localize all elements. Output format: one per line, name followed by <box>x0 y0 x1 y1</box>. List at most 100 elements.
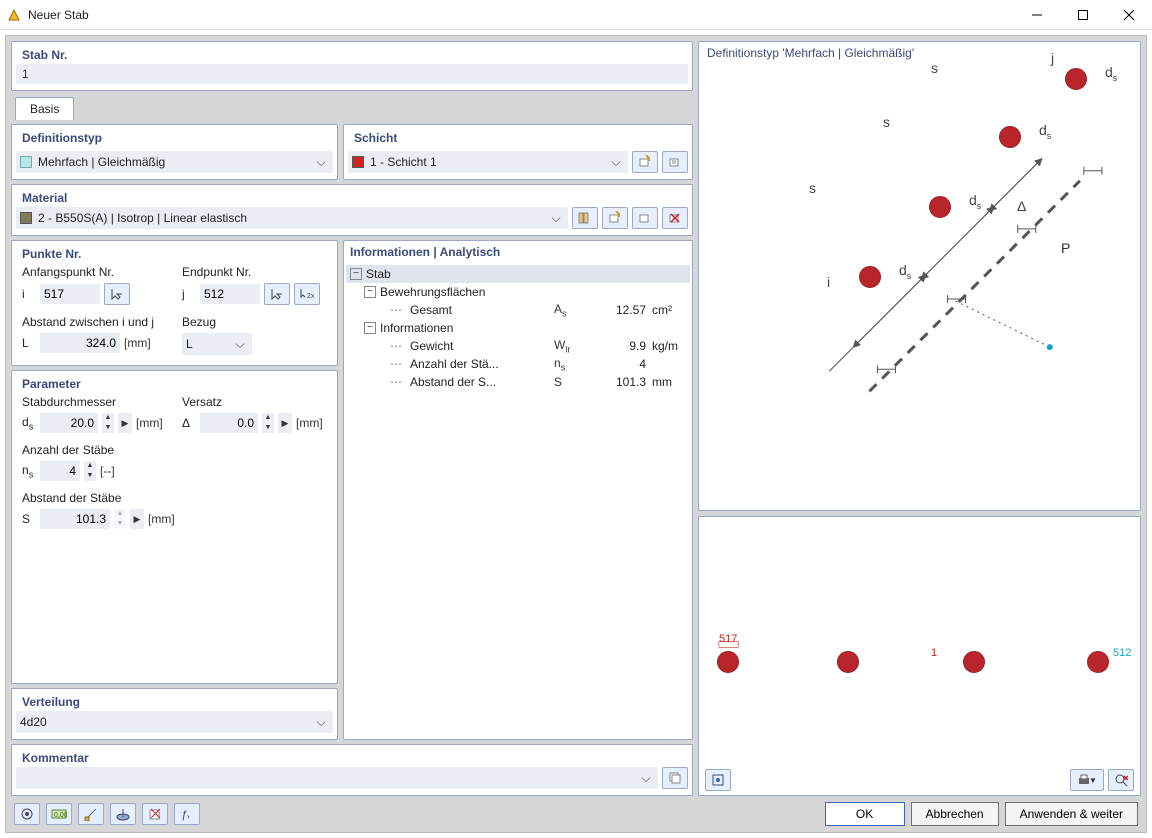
label-point-517: 517 <box>719 633 737 645</box>
apply-continue-button[interactable]: Anwenden & weiter <box>1005 802 1138 826</box>
stabdurchmesser-label: Stabdurchmesser <box>22 395 116 409</box>
tree-line-icon: ⋯ <box>384 357 410 371</box>
chevron-down-icon: ⌵ <box>313 155 329 170</box>
rebar-dot <box>999 126 1021 148</box>
function-button[interactable]: ƒ› <box>174 803 200 825</box>
zoom-reset-button[interactable] <box>1108 769 1134 791</box>
abstand-staebe-input[interactable] <box>40 509 110 529</box>
stabdurchmesser-sym: ds <box>22 415 36 431</box>
pick-point-j-button[interactable] <box>264 283 290 305</box>
tree-group-informationen[interactable]: − Informationen <box>360 319 690 337</box>
bezug-combo[interactable]: L ⌵ <box>182 333 252 355</box>
material-library-button[interactable] <box>572 207 598 229</box>
label-s1: s <box>809 180 816 196</box>
material-combo[interactable]: 2 - B550S(A) | Isotrop | Linear elastisc… <box>16 207 568 229</box>
title-bar: Neuer Stab <box>0 0 1152 30</box>
label-P: P <box>1061 240 1070 256</box>
collapse-icon[interactable]: − <box>364 286 376 298</box>
label-s3: s <box>931 60 938 76</box>
maximize-button[interactable] <box>1060 0 1106 30</box>
tree-item-anzahl: ⋯ Anzahl der Stä... ns 4 <box>380 355 690 373</box>
stabdurchmesser-input[interactable] <box>40 413 98 433</box>
parameter-header: Parameter <box>16 373 333 393</box>
label-s2: s <box>883 114 890 130</box>
kommentar-header: Kommentar <box>16 747 688 767</box>
help-button[interactable] <box>14 803 40 825</box>
close-button[interactable] <box>1106 0 1152 30</box>
ok-button[interactable]: OK <box>825 802 905 826</box>
material-edit-button[interactable] <box>632 207 658 229</box>
abstand-staebe-popup[interactable]: ▶ <box>130 509 144 529</box>
cancel-button[interactable]: Abbrechen <box>911 802 999 826</box>
minimize-button[interactable] <box>1014 0 1060 30</box>
display-button[interactable] <box>110 803 136 825</box>
versatz-popup[interactable]: ▶ <box>278 413 292 433</box>
definitionstyp-header: Definitionstyp <box>16 127 333 147</box>
tree-item-gewicht: ⋯ Gewicht Wlr 9.9 kg/m <box>380 337 690 355</box>
versatz-label: Versatz <box>182 395 222 409</box>
endpunkt-sym: j <box>182 287 196 301</box>
definitionstyp-combo[interactable]: Mehrfach | Gleichmäßig ⌵ <box>16 151 333 173</box>
label-ds3: ds <box>1039 122 1051 141</box>
print-button[interactable]: ▼ <box>1070 769 1104 791</box>
stabdurchmesser-popup[interactable]: ▶ <box>118 413 132 433</box>
tree-line-icon: ⋯ <box>384 375 410 389</box>
collapse-icon[interactable]: − <box>350 268 362 280</box>
chevron-down-icon: ⌵ <box>638 771 654 786</box>
schicht-edit-button[interactable] <box>662 151 688 173</box>
svg-text:›: › <box>187 812 190 821</box>
versatz-spinner[interactable]: ▲▼ <box>262 413 274 433</box>
section-svg <box>707 521 1132 791</box>
pick-2-points-button[interactable]: 2x <box>294 283 320 305</box>
material-new-button[interactable] <box>602 207 628 229</box>
tree-root-stab[interactable]: − Stab <box>346 265 690 283</box>
material-panel: Material 2 - B550S(A) | Isotrop | Linear… <box>11 184 693 236</box>
tree-item-abstand: ⋯ Abstand der S... S 101.3 mm <box>380 373 690 391</box>
rebar-dot <box>859 266 881 288</box>
anzahl-staebe-input[interactable] <box>40 461 80 481</box>
tree-item-gesamt: ⋯ Gesamt As 12.57 cm² <box>380 301 690 319</box>
kommentar-edit-button[interactable] <box>662 767 688 789</box>
anfangspunkt-sym: i <box>22 287 36 301</box>
abstand-staebe-spinner[interactable]: ▲▼ <box>114 509 126 529</box>
label-i: i <box>827 274 830 290</box>
verteilung-combo[interactable]: 4d20 ⌵ <box>16 711 333 733</box>
definitionstyp-panel: Definitionstyp Mehrfach | Gleichmäßig ⌵ <box>11 124 338 180</box>
versatz-input[interactable] <box>200 413 258 433</box>
abstand-staebe-label: Abstand der Stäbe <box>22 491 121 505</box>
reset-button[interactable] <box>142 803 168 825</box>
window-title: Neuer Stab <box>28 8 1014 22</box>
abstand-staebe-sym: S <box>22 512 36 526</box>
label-delta: Δ <box>1017 198 1026 214</box>
preview-options-button[interactable] <box>705 769 731 791</box>
versatz-unit: [mm] <box>296 416 323 430</box>
anzahl-staebe-spinner[interactable]: ▲▼ <box>84 461 96 481</box>
pick-point-i-button[interactable] <box>104 283 130 305</box>
abstand-ij-unit: [mm] <box>124 336 151 350</box>
schicht-header: Schicht <box>348 127 688 147</box>
verteilung-value: 4d20 <box>20 715 307 729</box>
abstand-ij-input[interactable] <box>40 333 120 353</box>
stabdurchmesser-spinner[interactable]: ▲▼ <box>102 413 114 433</box>
collapse-icon[interactable]: − <box>364 322 376 334</box>
rebar-dot <box>929 196 951 218</box>
endpunkt-input[interactable] <box>200 284 260 304</box>
tab-basis[interactable]: Basis <box>15 97 74 120</box>
material-delete-button[interactable] <box>662 207 688 229</box>
schicht-value: 1 - Schicht 1 <box>370 155 602 169</box>
view-mode-button[interactable] <box>78 803 104 825</box>
kommentar-panel: Kommentar ⌵ <box>11 744 693 796</box>
tree-group-bewehrungsflaechen[interactable]: − Bewehrungsflächen <box>360 283 690 301</box>
anfangspunkt-input[interactable] <box>40 284 100 304</box>
stab-nr-field[interactable]: 1 <box>16 64 688 84</box>
schicht-new-button[interactable] <box>632 151 658 173</box>
bezug-label: Bezug <box>182 315 216 329</box>
schicht-combo[interactable]: 1 - Schicht 1 ⌵ <box>348 151 628 173</box>
stabdurchmesser-unit: [mm] <box>136 416 163 430</box>
dialog-footer: 0,00 ƒ› OK Abbrechen Anwenden & weiter <box>6 796 1146 832</box>
kommentar-combo[interactable]: ⌵ <box>16 767 658 789</box>
preview-section-panel: 517 512 1 ▼ <box>698 516 1141 796</box>
label-mid-1: 1 <box>931 647 937 659</box>
units-button[interactable]: 0,00 <box>46 803 72 825</box>
abstand-staebe-unit: [mm] <box>148 512 175 526</box>
